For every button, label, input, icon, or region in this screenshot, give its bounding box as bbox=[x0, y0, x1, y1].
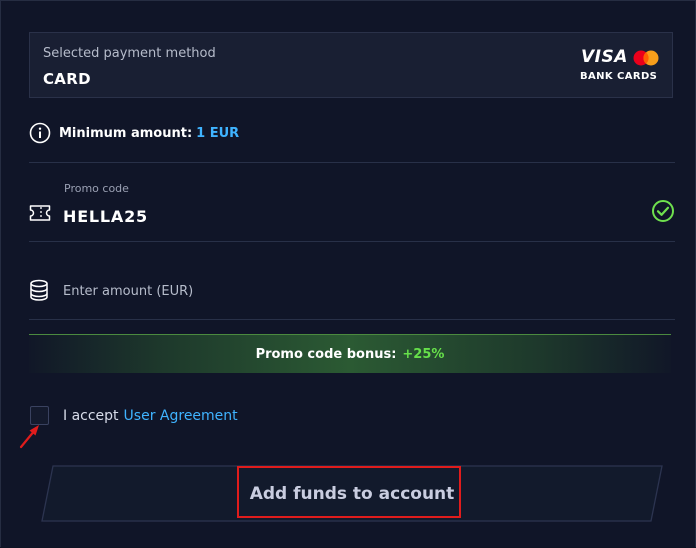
promo-code-label: Promo code bbox=[64, 182, 129, 195]
minimum-amount-value: 1 EUR bbox=[196, 125, 240, 141]
annotation-arrow-icon bbox=[19, 425, 39, 449]
mastercard-icon bbox=[633, 50, 659, 66]
ticket-icon bbox=[29, 205, 51, 221]
deposit-panel: Selected payment method CARD VISA BANK C… bbox=[0, 0, 696, 547]
add-funds-label: Add funds to account bbox=[249, 483, 455, 504]
payment-method-value: CARD bbox=[43, 70, 91, 88]
amount-input[interactable] bbox=[63, 281, 623, 301]
promo-bonus-value: +25% bbox=[402, 346, 445, 362]
payment-method-selector[interactable]: Selected payment method CARD VISA BANK C… bbox=[29, 32, 673, 98]
minimum-amount-label: Minimum amount: bbox=[59, 125, 193, 141]
divider bbox=[29, 162, 675, 163]
minimum-amount-row: Minimum amount: 1 EUR bbox=[29, 121, 429, 145]
payment-method-label: Selected payment method bbox=[43, 46, 216, 61]
add-funds-button[interactable]: Add funds to account bbox=[41, 465, 663, 522]
divider bbox=[29, 241, 675, 242]
check-circle-icon bbox=[652, 200, 674, 222]
divider bbox=[29, 319, 675, 320]
user-agreement-link[interactable]: User Agreement bbox=[124, 408, 238, 424]
bank-cards-logo: VISA BANK CARDS bbox=[580, 47, 660, 87]
promo-bonus-banner: Promo code bonus: +25% bbox=[29, 334, 671, 373]
promo-code-input[interactable] bbox=[63, 207, 623, 226]
coins-icon bbox=[30, 279, 48, 301]
user-agreement-prefix: I accept bbox=[63, 408, 119, 424]
bank-cards-caption: BANK CARDS bbox=[580, 71, 658, 82]
promo-bonus-label: Promo code bonus: bbox=[255, 346, 397, 362]
visa-logo: VISA bbox=[581, 47, 628, 67]
user-agreement-text: I accept User Agreement bbox=[63, 408, 238, 424]
info-icon bbox=[29, 122, 51, 144]
